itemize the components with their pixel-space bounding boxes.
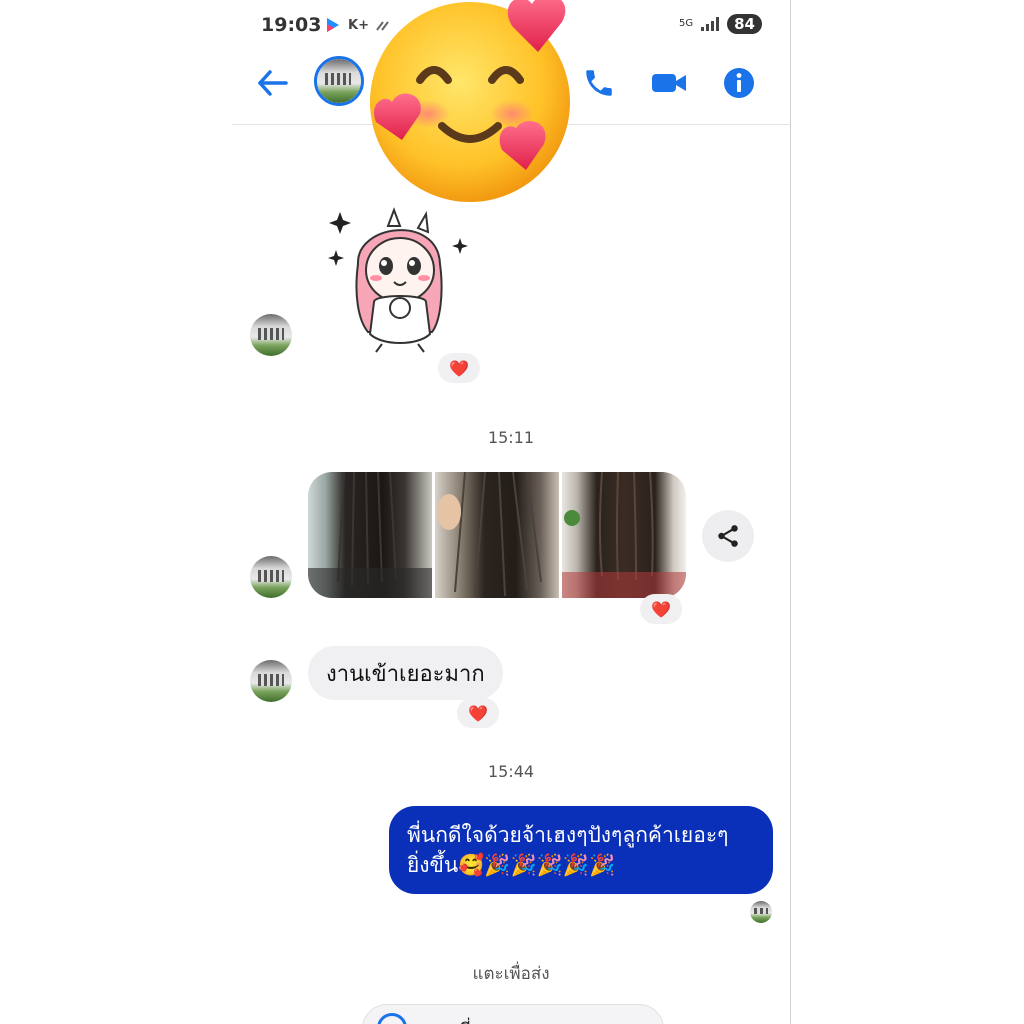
quick-reply-text: พี่... <box>459 1015 488 1024</box>
info-icon[interactable] <box>722 66 756 100</box>
share-button[interactable] <box>702 510 754 562</box>
signal-icon <box>701 17 720 31</box>
outgoing-line-1: พี่นกดีใจด้วยจ้าเฮงๆปังๆลูกค้าเยอะๆ <box>407 823 729 847</box>
status-time: 19:03 <box>261 14 322 36</box>
tap-to-send-label: แตะเพื่อส่ง <box>472 964 550 984</box>
hair-strands <box>562 472 686 598</box>
photo-after[interactable] <box>562 472 686 598</box>
sender-avatar[interactable] <box>250 314 292 356</box>
heart-icon: ❤️ <box>651 599 671 619</box>
heart-reaction[interactable]: ❤️ <box>457 698 499 728</box>
incoming-message[interactable]: งานเข้าเยอะมาก <box>308 646 503 700</box>
outgoing-line-2: ยิ่งขึ้น🥰🎉🎉🎉🎉🎉 <box>407 853 616 877</box>
photo-before[interactable] <box>308 472 432 598</box>
contact-avatar[interactable] <box>314 56 364 106</box>
sticker-girl-icon[interactable] <box>328 204 472 354</box>
sender-avatar[interactable] <box>250 660 292 702</box>
outgoing-message[interactable]: พี่นกดีใจด้วยจ้าเฮงๆปังๆลูกค้าเยอะๆ ยิ่ง… <box>389 806 773 894</box>
timestamp: 15:44 <box>487 762 535 781</box>
status-right: 5G 84 <box>679 14 762 34</box>
phone-icon[interactable] <box>582 66 616 100</box>
avatar <box>377 1013 407 1024</box>
arrow-left-icon[interactable] <box>256 68 290 98</box>
avatar-photo <box>317 59 361 103</box>
heart-icon: ❤️ <box>468 703 488 723</box>
smiling-face-with-hearts-icon <box>370 0 570 202</box>
timestamp: 15:11 <box>487 428 535 447</box>
share-icon <box>718 525 738 547</box>
messenger-screen: 19:03 K+ 5G 84 ❤️ 15:11 ❤️ งานเข้าเยอะมา… <box>232 0 790 1024</box>
video-camera-icon[interactable] <box>650 68 688 98</box>
seen-indicator <box>750 901 772 923</box>
network-label: 5G <box>679 18 694 29</box>
heart-reaction[interactable]: ❤️ <box>640 594 682 624</box>
hair-strands <box>437 472 542 597</box>
quick-reply-pill[interactable]: พี่... <box>362 1004 664 1024</box>
hair-strands <box>308 472 432 598</box>
photo-album[interactable] <box>308 472 686 598</box>
seen-avatar <box>750 901 772 923</box>
youku-icon <box>327 18 339 32</box>
sender-avatar[interactable] <box>250 556 292 598</box>
heart-reaction[interactable]: ❤️ <box>438 353 480 383</box>
photo-during[interactable] <box>435 472 559 598</box>
heart-icon: ❤️ <box>449 358 469 378</box>
battery-badge: 84 <box>727 14 762 34</box>
panel-divider <box>790 0 791 1024</box>
